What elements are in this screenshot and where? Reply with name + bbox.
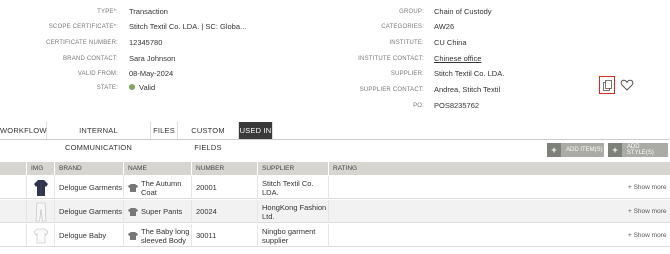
rating-column-header[interactable]: RATING <box>329 162 670 175</box>
garment-icon <box>128 207 138 216</box>
add-items-button[interactable]: + ADD ITEM(S) <box>547 143 604 157</box>
name-cell[interactable]: The Autumn Coat <box>124 176 192 199</box>
tab-files[interactable]: FILES <box>151 122 178 139</box>
garment-icon <box>128 231 138 240</box>
group-label: GROUP: <box>399 9 424 15</box>
valid-from-label: VALID FROM: <box>77 71 118 77</box>
number-cell: 20024 <box>192 200 258 223</box>
garment-icon <box>128 183 138 192</box>
po-label: PO: <box>413 103 424 109</box>
plus-icon: + <box>608 143 622 157</box>
add-styles-button[interactable]: + ADD STYLE(S) <box>608 143 668 157</box>
scope-certificate-value: Stitch Textil Co. LDA. | SC: Globa... <box>129 22 247 31</box>
type-label: TYPE*: <box>97 9 118 15</box>
name-column-header[interactable]: NAME <box>124 162 192 175</box>
name-text: The Autumn Coat <box>141 178 182 197</box>
tab-internal-communication[interactable]: INTERNAL COMMUNICATION <box>47 122 151 152</box>
row-select-cell[interactable] <box>0 176 27 199</box>
copy-button[interactable] <box>599 76 615 94</box>
row-select-cell[interactable] <box>0 224 27 247</box>
product-image[interactable] <box>27 200 55 223</box>
plus-icon: + <box>547 143 561 157</box>
show-more-link[interactable]: + Show more <box>628 176 666 199</box>
supplier-contact-label: SUPPLIER CONTACT: <box>359 87 424 93</box>
po-value: POS8235762 <box>434 101 480 110</box>
table-header: IMG BRAND NAME NUMBER SUPPLIER RATING <box>0 162 670 175</box>
supplier-cell: Stitch Textil Co. LDA. <box>258 176 329 199</box>
table-row[interactable]: Delogue Baby The Baby long sleeved Body … <box>0 224 670 247</box>
institute-label: INSTITUTE: <box>389 40 424 46</box>
supplier-value: Stitch Textil Co. LDA. <box>434 69 505 78</box>
institute-contact-label: INSTITUTE CONTACT: <box>358 56 424 62</box>
categories-label: CATEGORIES: <box>381 24 424 30</box>
add-styles-label: ADD STYLE(S) <box>626 144 654 156</box>
table-row[interactable]: Delogue Garments Super Pants 20024 HongK… <box>0 200 670 223</box>
show-more-link[interactable]: + Show more <box>628 224 666 247</box>
valid-status-dot <box>129 84 135 91</box>
coat-image <box>33 179 48 196</box>
brand-contact-value: Sara Johnson <box>129 54 176 63</box>
group-value: Chain of Custody <box>434 7 492 16</box>
brand-cell: Delogue Garments <box>55 176 124 199</box>
body-image <box>33 228 48 243</box>
type-value: Transaction <box>129 7 168 16</box>
show-more-link[interactable]: + Show more <box>628 200 666 223</box>
table-row[interactable]: Delogue Garments The Autumn Coat 20001 S… <box>0 176 670 199</box>
institute-contact-link[interactable]: Chinese office <box>434 52 481 66</box>
document-details: TYPE*: Transaction SCOPE CERTIFICATE*: S… <box>0 0 670 118</box>
product-image[interactable] <box>27 176 55 199</box>
brand-column-header[interactable]: BRAND <box>55 162 124 175</box>
certificate-number-value: 12345780 <box>129 38 163 47</box>
tab-workflow[interactable]: WORKFLOW <box>0 122 47 139</box>
state-label: STATE: <box>96 85 118 91</box>
add-items-label: ADD ITEM(S) <box>566 147 603 153</box>
supplier-cell: Ningbo garment supplier <box>258 224 329 247</box>
number-column-header[interactable]: NUMBER <box>192 162 258 175</box>
supplier-column-header[interactable]: SUPPLIER <box>258 162 329 175</box>
state-text: Valid <box>139 83 156 92</box>
name-cell[interactable]: The Baby long sleeved Body <box>124 224 192 247</box>
institute-value: CU China <box>434 38 467 47</box>
name-cell[interactable]: Super Pants <box>124 200 192 223</box>
rating-cell <box>329 200 625 223</box>
brand-cell: Delogue Garments <box>55 200 124 223</box>
scope-certificate-label: SCOPE CERTIFICATE*: <box>48 24 118 30</box>
favorite-button[interactable] <box>620 78 634 92</box>
img-column-header[interactable]: IMG <box>27 162 55 175</box>
heart-icon <box>620 79 634 91</box>
tab-bar: WORKFLOW INTERNAL COMMUNICATION FILES CU… <box>0 122 670 152</box>
tab-custom-fields[interactable]: CUSTOM FIELDS <box>178 122 239 152</box>
tab-used-in[interactable]: USED IN <box>239 122 273 139</box>
number-cell: 20001 <box>192 176 258 199</box>
select-column-header <box>0 162 27 175</box>
brand-cell: Delogue Baby <box>55 224 124 247</box>
certificate-number-label: CERTIFICATE NUMBER: <box>46 40 118 46</box>
product-image[interactable] <box>27 224 55 247</box>
pants-image <box>35 202 46 221</box>
supplier-label: SUPPLIER: <box>390 71 424 77</box>
rating-cell <box>329 176 625 199</box>
valid-from-value: 08-May-2024 <box>129 69 174 78</box>
state-value: Valid <box>129 81 155 95</box>
rating-cell <box>329 224 625 247</box>
supplier-cell: HongKong Fashion Ltd. <box>258 200 329 223</box>
supplier-contact-value: Andrea, Stitch Textil <box>434 85 501 94</box>
row-select-cell[interactable] <box>0 200 27 223</box>
name-text: The Baby long sleeved Body <box>141 226 190 245</box>
brand-contact-label: BRAND CONTACT: <box>62 56 118 62</box>
number-cell: 30011 <box>192 224 258 247</box>
copy-icon <box>602 79 612 91</box>
name-text: Super Pants <box>141 207 183 216</box>
categories-value: AW26 <box>434 22 455 31</box>
